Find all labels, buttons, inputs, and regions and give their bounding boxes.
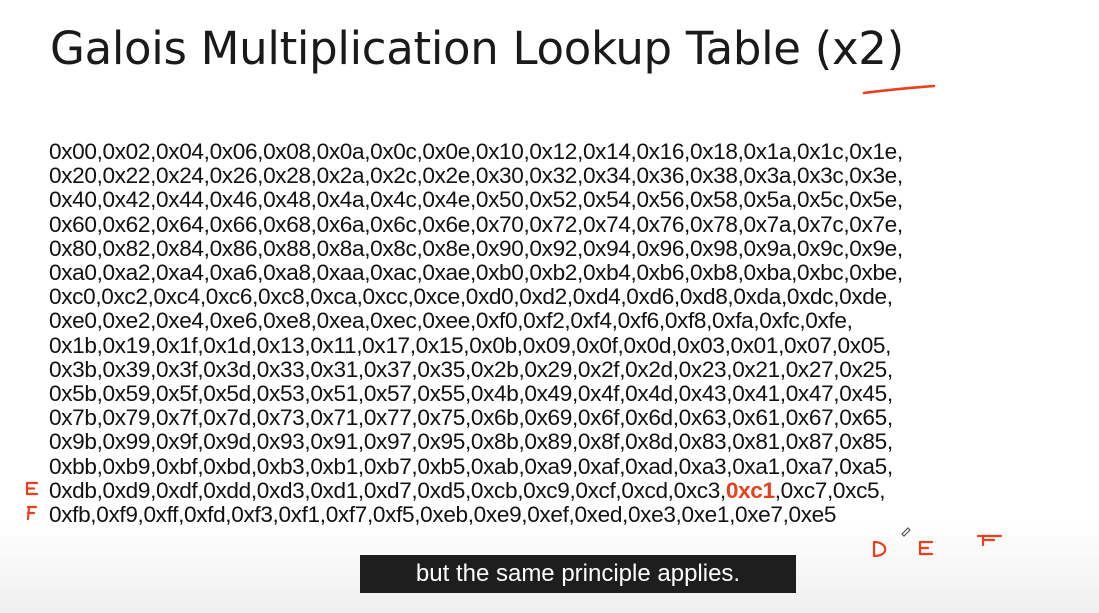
video-subtitle: but the same principle applies. bbox=[360, 555, 796, 593]
table-row: 0x7b,0x79,0x7f,0x7d,0x73,0x71,0x77,0x75,… bbox=[49, 405, 893, 431]
table-row: 0x80,0x82,0x84,0x86,0x88,0x8a,0x8c,0x8e,… bbox=[49, 235, 903, 261]
column-marker-f-ink bbox=[976, 534, 1003, 547]
title-underline-ink bbox=[862, 84, 936, 95]
table-row: 0xbb,0xb9,0xbf,0xbd,0xb3,0xb1,0xb7,0xb5,… bbox=[49, 453, 893, 479]
column-marker-ink bbox=[872, 527, 1003, 558]
pen-cursor-icon bbox=[901, 527, 911, 537]
highlighted-value: 0xc1 bbox=[725, 477, 775, 503]
row-marker-e-ink bbox=[25, 481, 39, 496]
table-row: 0x00,0x02,0x04,0x06,0x08,0x0a,0x0c,0x0e,… bbox=[49, 139, 903, 164]
row-text-before: 0xdb,0xd9,0xdf,0xdd,0xd3,0xd1,0xd7,0xd5,… bbox=[49, 477, 726, 503]
table-row: 0x9b,0x99,0x9f,0x9d,0x93,0x91,0x97,0x95,… bbox=[49, 429, 893, 455]
table-row-highlighted: 0xdb,0xd9,0xdf,0xdd,0xd3,0xd1,0xd7,0xd5,… bbox=[49, 477, 903, 503]
column-marker-e-ink bbox=[918, 540, 934, 556]
table-row: 0xfb,0xf9,0xff,0xfd,0xf3,0xf1,0xf7,0xf5,… bbox=[49, 502, 837, 528]
row-marker-f-ink bbox=[26, 505, 38, 521]
table-row: 0xc0,0xc2,0xc4,0xc6,0xc8,0xca,0xcc,0xce,… bbox=[49, 284, 893, 310]
table-row: 0x40,0x42,0x44,0x46,0x48,0x4a,0x4c,0x4e,… bbox=[49, 187, 903, 213]
slide-title: Galois Multiplication Lookup Table (x2) bbox=[50, 22, 904, 75]
row-text-after: ,0xc7,0xc5, bbox=[774, 477, 886, 503]
table-row: 0x20,0x22,0x24,0x26,0x28,0x2a,0x2c,0x2e,… bbox=[49, 163, 903, 189]
column-marker-d-ink bbox=[872, 540, 887, 558]
table-row: 0xe0,0xe2,0xe4,0xe6,0xe8,0xea,0xec,0xee,… bbox=[49, 308, 853, 334]
table-row: 0x3b,0x39,0x3f,0x3d,0x33,0x31,0x37,0x35,… bbox=[49, 356, 893, 382]
table-row: 0x1b,0x19,0x1f,0x1d,0x13,0x11,0x17,0x15,… bbox=[49, 332, 892, 358]
table-row: 0x60,0x62,0x64,0x66,0x68,0x6a,0x6c,0x6e,… bbox=[49, 211, 903, 237]
row-marker-ink bbox=[25, 481, 39, 521]
table-row: 0xa0,0xa2,0xa4,0xa6,0xa8,0xaa,0xac,0xae,… bbox=[49, 260, 903, 286]
lookup-table: 0x00,0x02,0x04,0x06,0x08,0x0a,0x0c,0x0e,… bbox=[49, 139, 903, 528]
table-row: 0x5b,0x59,0x5f,0x5d,0x53,0x51,0x57,0x55,… bbox=[49, 381, 893, 407]
